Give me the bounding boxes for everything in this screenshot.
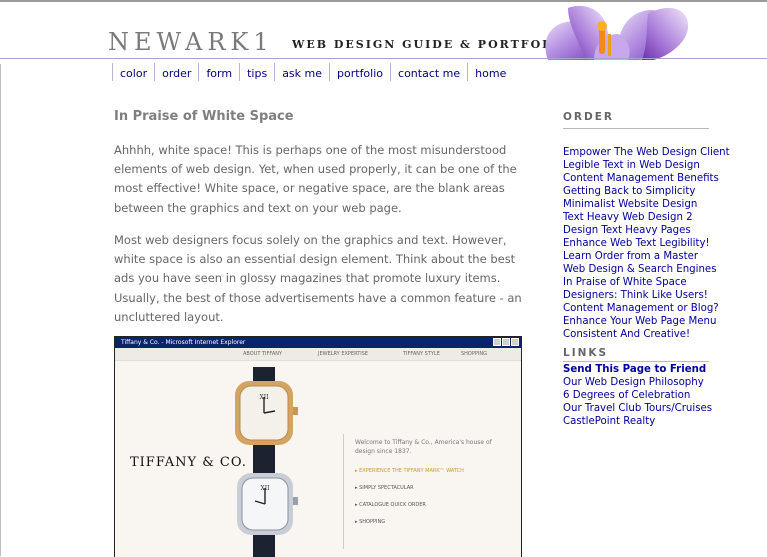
nav-contact-me[interactable]: contact me [390,63,467,81]
order-link[interactable]: Web Design & Search Engines [563,264,730,277]
links-heading-rule [563,361,709,362]
watch-image: XII XII [235,367,298,557]
nav-order[interactable]: order [154,63,198,81]
screenshot-window-title: Tiffany & Co. - Microsoft Internet Explo… [121,339,246,346]
order-link[interactable]: Text Heavy Web Design 2 [563,212,730,225]
site-logo[interactable]: NEWARK1 [108,28,274,56]
links-link[interactable]: CastlePoint Realty [563,416,712,429]
screenshot-menu-item: TIFFANY STYLE [403,351,440,357]
order-heading-rule [563,128,709,129]
screenshot-link: ▸ SIMPLY SPECTACULAR [355,485,414,491]
screenshot-menu: ABOUT TIFFANY JEWELRY EXPERTISE TIFFANY … [115,348,521,361]
article-title: In Praise of White Space [114,109,294,124]
minimize-icon [493,338,501,346]
screenshot-divider [343,434,344,549]
nav-form[interactable]: form [198,63,239,81]
screenshot-menu-item: SHOPPING [461,351,487,357]
order-list: Empower The Web Design Client Legible Te… [563,147,730,342]
screenshot-menu-item: JEWELRY EXPERTISE [318,351,369,357]
order-link[interactable]: Getting Back to Simplicity [563,186,730,199]
screenshot-titlebar: Tiffany & Co. - Microsoft Internet Explo… [115,337,521,348]
order-link[interactable]: Enhance Web Text Legibility! [563,238,730,251]
maximize-icon [502,338,510,346]
links-list: Send This Page to Friend Our Web Design … [563,364,712,429]
order-link[interactable]: Consistent And Creative! [563,329,730,342]
site-header: NEWARK1 WEB DESIGN GUIDE & PORTFOLIO [0,2,767,60]
screenshot-body: TIFFANY & CO. XII XII Welcome to Tiffany… [115,361,521,557]
nav-tips[interactable]: tips [239,63,274,81]
order-link[interactable]: Learn Order from a Master [563,251,730,264]
crocus-flower-image [528,4,708,60]
order-link[interactable]: Empower The Web Design Client [563,147,730,160]
links-link[interactable]: Our Travel Club Tours/Cruises [563,403,712,416]
screenshot-welcome-text: Welcome to Tiffany & Co., America's hous… [355,439,492,455]
screenshot-link: ▸ CATALOGUE QUICK ORDER [355,502,426,508]
screenshot-window-buttons [493,338,519,346]
order-link[interactable]: Minimalist Website Design [563,199,730,212]
links-heading: LINKS [563,347,609,359]
links-link[interactable]: 6 Degrees of Celebration [563,390,712,403]
article-paragraph-1: Ahhhh, white space! This is perhaps one … [114,143,517,215]
order-link[interactable]: Content Management or Blog? [563,303,730,316]
nav-color[interactable]: color [112,63,154,81]
header-divider [0,58,767,59]
main-nav: color order form tips ask me portfolio c… [112,63,513,83]
nav-ask-me[interactable]: ask me [274,63,329,81]
screenshot-link: ▸ SHOPPING [355,519,386,525]
order-link[interactable]: Enhance Your Web Page Menu [563,316,730,329]
order-link[interactable]: Design Text Heavy Pages [563,225,730,238]
nav-home[interactable]: home [467,63,513,81]
nav-portfolio[interactable]: portfolio [329,63,390,81]
order-link[interactable]: Designers: Think Like Users! [563,290,730,303]
screenshot-link: ▸ EXPERIENCE THE TIFFANY MARK™ WATCH [355,468,464,474]
order-heading: ORDER [563,111,614,123]
left-border [0,64,1,556]
order-link[interactable]: Content Management Benefits [563,173,730,186]
article-paragraph-2: Most web designers focus solely on the g… [114,233,522,324]
send-to-friend-link[interactable]: Send This Page to Friend [563,364,712,377]
links-link[interactable]: Our Web Design Philosophy [563,377,712,390]
close-icon [511,338,519,346]
order-link[interactable]: Legible Text in Web Design [563,160,730,173]
order-link[interactable]: In Praise of White Space [563,277,730,290]
screenshot-menu-item: ABOUT TIFFANY [243,351,283,357]
tiffany-screenshot-image: Tiffany & Co. - Microsoft Internet Explo… [114,336,522,557]
